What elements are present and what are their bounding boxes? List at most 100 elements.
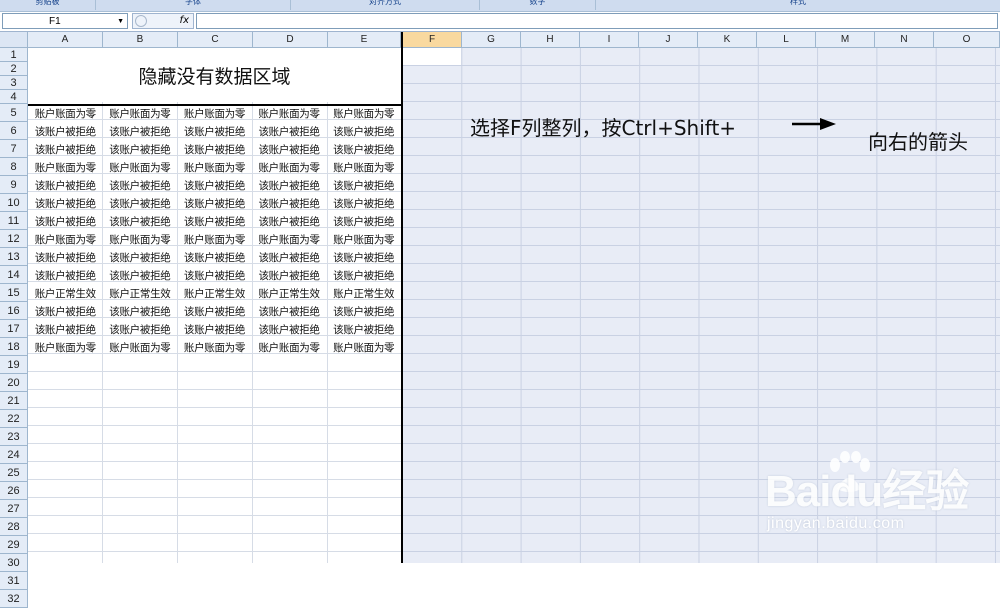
column-header-n[interactable]: N (875, 32, 934, 48)
cell[interactable]: 该账户被拒绝 (252, 141, 327, 159)
cell[interactable]: 该账户被拒绝 (177, 321, 252, 339)
cell[interactable]: 账户账面为零 (103, 105, 178, 123)
cell[interactable]: 该账户被拒绝 (326, 267, 401, 285)
cell[interactable]: 账户正常生效 (177, 285, 252, 303)
row-header-6[interactable]: 6 (0, 122, 28, 140)
cell[interactable]: 该账户被拒绝 (103, 123, 178, 141)
cell[interactable]: 账户正常生效 (28, 285, 103, 303)
cell[interactable]: 账户正常生效 (326, 285, 401, 303)
cell[interactable]: 账户账面为零 (252, 231, 327, 249)
cell[interactable]: 该账户被拒绝 (103, 213, 178, 231)
cell[interactable]: 账户账面为零 (326, 159, 401, 177)
ribbon-group-styles[interactable]: 样式 (596, 0, 1000, 10)
cell[interactable]: 账户账面为零 (103, 339, 178, 357)
cell[interactable]: 账户正常生效 (103, 285, 178, 303)
cell[interactable]: 该账户被拒绝 (326, 213, 401, 231)
row-header-3[interactable]: 3 (0, 76, 28, 90)
merged-title-cell[interactable]: 隐藏没有数据区域 (28, 48, 401, 102)
row-header-25[interactable]: 25 (0, 464, 28, 482)
row-header-18[interactable]: 18 (0, 338, 28, 356)
cell[interactable]: 该账户被拒绝 (326, 249, 401, 267)
cell[interactable]: 该账户被拒绝 (177, 249, 252, 267)
cell[interactable]: 该账户被拒绝 (103, 267, 178, 285)
cell[interactable]: 该账户被拒绝 (252, 195, 327, 213)
cell[interactable]: 该账户被拒绝 (28, 195, 103, 213)
column-header-e[interactable]: E (328, 32, 401, 48)
cell[interactable]: 该账户被拒绝 (326, 195, 401, 213)
row-header-30[interactable]: 30 (0, 554, 28, 572)
row-header-10[interactable]: 10 (0, 194, 28, 212)
column-header-d[interactable]: D (253, 32, 328, 48)
cell[interactable]: 该账户被拒绝 (103, 249, 178, 267)
name-box[interactable]: F1 ▼ (2, 13, 128, 29)
row-header-14[interactable]: 14 (0, 266, 28, 284)
row-header-13[interactable]: 13 (0, 248, 28, 266)
cell[interactable]: 该账户被拒绝 (252, 303, 327, 321)
cell[interactable]: 该账户被拒绝 (326, 123, 401, 141)
cell[interactable]: 该账户被拒绝 (28, 249, 103, 267)
cell[interactable]: 该账户被拒绝 (28, 123, 103, 141)
cell[interactable]: 账户账面为零 (326, 105, 401, 123)
formula-expand-icon[interactable] (135, 15, 147, 27)
cell[interactable]: 账户账面为零 (252, 339, 327, 357)
ribbon-group-font[interactable]: 字体 (96, 0, 291, 10)
ribbon-group-number[interactable]: 数字 (480, 0, 596, 10)
cell[interactable]: 账户账面为零 (177, 159, 252, 177)
cell[interactable]: 账户账面为零 (326, 339, 401, 357)
cell[interactable]: 该账户被拒绝 (326, 303, 401, 321)
select-all-button[interactable] (0, 32, 28, 48)
cell[interactable]: 账户账面为零 (177, 231, 252, 249)
row-header-27[interactable]: 27 (0, 500, 28, 518)
row-header-23[interactable]: 23 (0, 428, 28, 446)
row-header-28[interactable]: 28 (0, 518, 28, 536)
row-header-26[interactable]: 26 (0, 482, 28, 500)
cell[interactable]: 账户正常生效 (252, 285, 327, 303)
cell[interactable]: 该账户被拒绝 (177, 267, 252, 285)
cell[interactable]: 该账户被拒绝 (252, 249, 327, 267)
cell[interactable]: 该账户被拒绝 (177, 303, 252, 321)
row-header-8[interactable]: 8 (0, 158, 28, 176)
cell[interactable]: 该账户被拒绝 (252, 177, 327, 195)
cell[interactable]: 该账户被拒绝 (103, 195, 178, 213)
cell[interactable]: 该账户被拒绝 (326, 321, 401, 339)
row-header-22[interactable]: 22 (0, 410, 28, 428)
cell[interactable]: 该账户被拒绝 (28, 303, 103, 321)
cell[interactable]: 账户账面为零 (252, 105, 327, 123)
row-header-20[interactable]: 20 (0, 374, 28, 392)
column-header-j[interactable]: J (639, 32, 698, 48)
cell[interactable]: 该账户被拒绝 (28, 213, 103, 231)
cell[interactable]: 该账户被拒绝 (28, 177, 103, 195)
row-header-32[interactable]: 32 (0, 590, 28, 608)
column-header-a[interactable]: A (28, 32, 103, 48)
column-header-c[interactable]: C (178, 32, 253, 48)
row-header-2[interactable]: 2 (0, 62, 28, 76)
cell[interactable]: 该账户被拒绝 (103, 141, 178, 159)
column-header-i[interactable]: I (580, 32, 639, 48)
cell[interactable]: 该账户被拒绝 (252, 267, 327, 285)
cell[interactable]: 该账户被拒绝 (28, 141, 103, 159)
row-header-5[interactable]: 5 (0, 104, 28, 122)
row-header-4[interactable]: 4 (0, 90, 28, 104)
row-header-15[interactable]: 15 (0, 284, 28, 302)
cell[interactable]: 该账户被拒绝 (177, 177, 252, 195)
cell[interactable]: 账户账面为零 (28, 159, 103, 177)
cell[interactable]: 账户账面为零 (326, 231, 401, 249)
row-header-24[interactable]: 24 (0, 446, 28, 464)
cell[interactable]: 该账户被拒绝 (28, 267, 103, 285)
active-cell-f1[interactable] (403, 48, 461, 65)
cell[interactable]: 该账户被拒绝 (252, 321, 327, 339)
cell[interactable]: 该账户被拒绝 (326, 177, 401, 195)
cell[interactable]: 账户账面为零 (28, 231, 103, 249)
row-header-29[interactable]: 29 (0, 536, 28, 554)
cell[interactable]: 该账户被拒绝 (103, 303, 178, 321)
formula-input[interactable] (196, 13, 998, 29)
row-header-21[interactable]: 21 (0, 392, 28, 410)
column-header-b[interactable]: B (103, 32, 178, 48)
column-header-g[interactable]: G (462, 32, 521, 48)
cell[interactable]: 该账户被拒绝 (326, 141, 401, 159)
ribbon-group-clipboard[interactable]: 剪贴板 (0, 0, 96, 10)
column-header-f[interactable]: F (403, 32, 462, 48)
column-header-l[interactable]: L (757, 32, 816, 48)
name-box-dropdown-icon[interactable]: ▼ (117, 14, 124, 30)
cell[interactable]: 该账户被拒绝 (252, 213, 327, 231)
